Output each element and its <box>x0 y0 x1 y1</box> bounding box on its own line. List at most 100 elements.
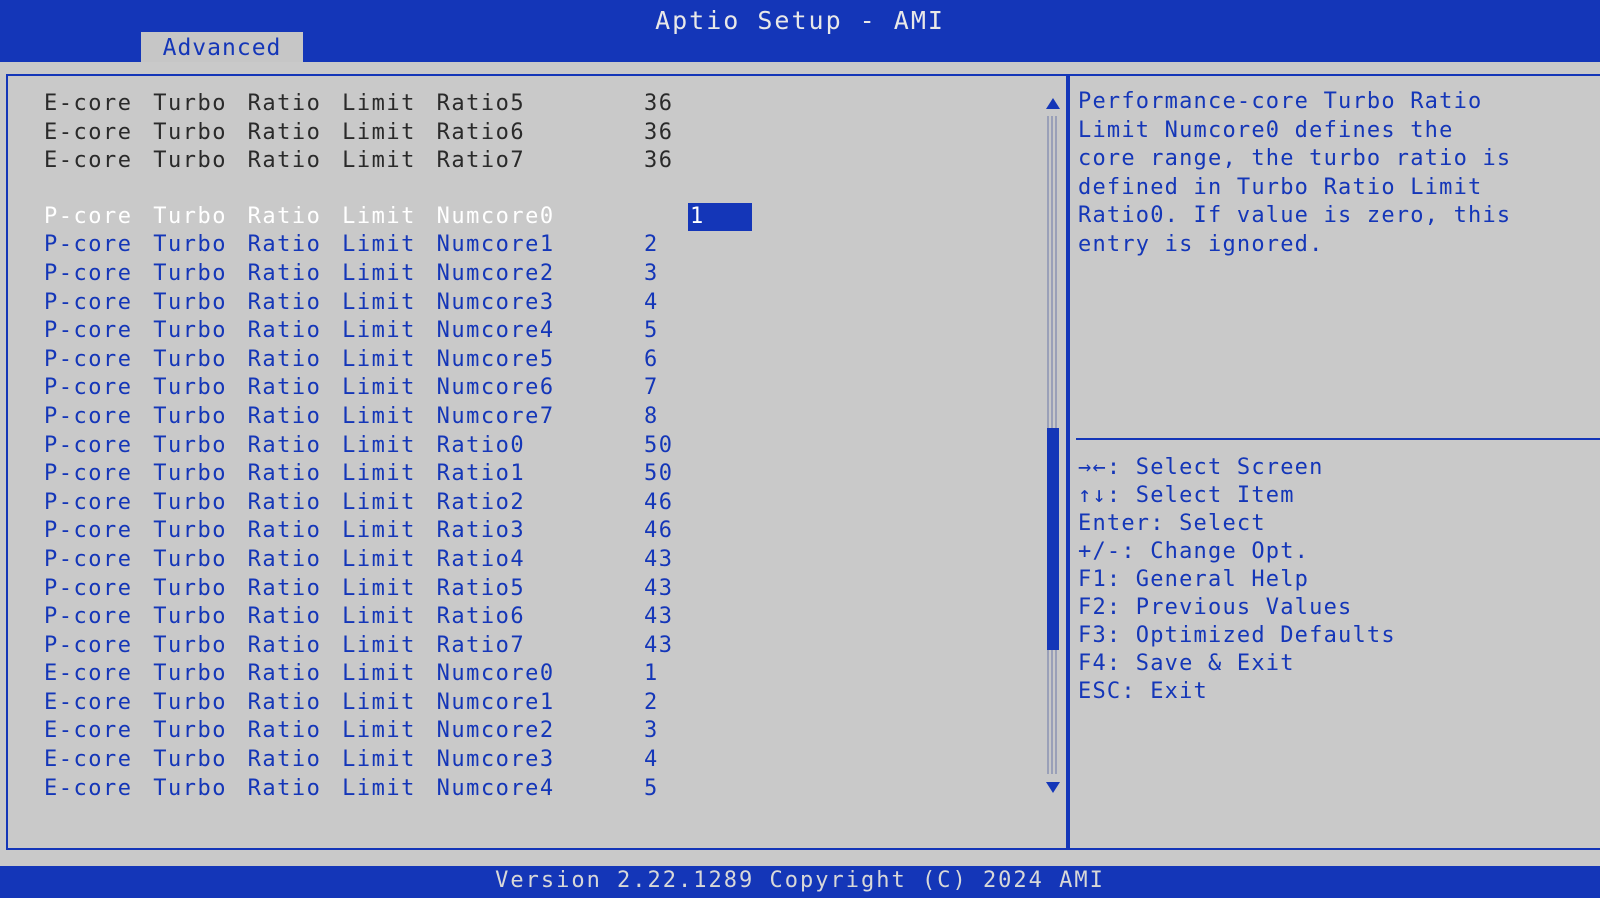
key-hint: +/-: Change Opt. <box>1078 539 1310 564</box>
setting-value-field[interactable]: 46 <box>644 517 674 545</box>
help-divider <box>1076 438 1600 440</box>
setting-label: E-core Turbo Ratio Limit Ratio5 <box>44 91 526 116</box>
setting-label: P-core Turbo Ratio Limit Ratio3 <box>44 518 526 544</box>
setting-row[interactable]: P-core Turbo Ratio Limit Ratio2 46 <box>44 489 744 518</box>
setting-label: P-core Turbo Ratio Limit Ratio1 <box>44 461 526 487</box>
setting-label: P-core Turbo Ratio Limit Ratio0 <box>44 432 526 458</box>
settings-list: E-core Turbo Ratio Limit Ratio5 36 E-core … <box>44 90 752 804</box>
setting-row: E-core Turbo Ratio Limit Ratio6 36 <box>44 119 744 148</box>
setting-row[interactable]: P-core Turbo Ratio Limit Ratio1 50 <box>44 460 744 489</box>
setting-label: P-core Turbo Ratio Limit Numcore3 <box>44 289 555 315</box>
setting-value-field[interactable]: 4 <box>644 746 659 774</box>
setting-value-field[interactable]: 1 <box>688 202 752 231</box>
setting-row[interactable]: E-core Turbo Ratio Limit Numcore0 1 <box>44 660 744 689</box>
help-line: entry is ignored. <box>1078 231 1324 257</box>
help-description: Performance-core Turbo Ratio Limit Numcor… <box>1078 88 1588 260</box>
setting-label: E-core Turbo Ratio Limit Ratio6 <box>44 119 526 145</box>
scroll-thumb[interactable] <box>1047 428 1059 650</box>
tab-advanced[interactable]: Advanced <box>141 32 303 62</box>
setting-row[interactable]: P-core Turbo Ratio Limit Numcore5 6 <box>44 346 744 375</box>
version-copyright: Version 2.22.1289 Copyright (C) 2024 AMI <box>495 868 1105 893</box>
setting-row[interactable]: P-core Turbo Ratio Limit Numcore2 3 <box>44 260 744 289</box>
setting-value-field[interactable]: 43 <box>644 632 674 660</box>
setting-row[interactable]: P-core Turbo Ratio Limit Ratio6 43 <box>44 603 744 632</box>
help-line: core range, the turbo ratio is <box>1078 146 1512 172</box>
setting-label: E-core Turbo Ratio Limit Ratio7 <box>44 148 526 174</box>
setting-row[interactable]: P-core Turbo Ratio Limit Numcore1 2 <box>44 231 744 260</box>
setting-label: E-core Turbo Ratio Limit Numcore1 <box>44 689 555 715</box>
setting-row[interactable]: E-core Turbo Ratio Limit Numcore4 5 <box>44 775 744 804</box>
setting-value-field[interactable]: 50 <box>644 432 674 460</box>
setting-value-field[interactable]: 4 <box>644 289 659 317</box>
setting-row[interactable]: E-core Turbo Ratio Limit Numcore3 4 <box>44 746 744 775</box>
footer-bar: Version 2.22.1289 Copyright (C) 2024 AMI <box>0 866 1600 898</box>
setting-row[interactable]: E-core Turbo Ratio Limit Numcore1 2 <box>44 689 744 718</box>
help-line: defined in Turbo Ratio Limit <box>1078 174 1483 200</box>
key-hint: →←: Select Screen <box>1078 455 1324 480</box>
setting-value: 36 <box>644 91 674 116</box>
setting-label: E-core Turbo Ratio Limit Numcore0 <box>44 661 555 687</box>
setting-row[interactable]: P-core Turbo Ratio Limit Ratio7 43 <box>44 632 744 661</box>
setting-value-field[interactable]: 8 <box>644 403 659 431</box>
key-hint: F3: Optimized Defaults <box>1078 623 1396 648</box>
key-legend: →←: Select Screen ↑↓: Select Item Enter: S… <box>1078 454 1396 706</box>
setting-value-field[interactable]: 5 <box>644 775 659 803</box>
setting-label: P-core Turbo Ratio Limit Ratio6 <box>44 604 526 630</box>
setting-row[interactable]: P-core Turbo Ratio Limit Numcore6 7 <box>44 374 744 403</box>
setting-row[interactable]: P-core Turbo Ratio Limit Ratio3 46 <box>44 517 744 546</box>
setting-value-field[interactable]: 2 <box>644 231 659 259</box>
scrollbar[interactable] <box>1044 98 1062 798</box>
setting-row[interactable]: P-core Turbo Ratio Limit Numcore0 1 <box>44 202 752 232</box>
setting-row[interactable]: P-core Turbo Ratio Limit Ratio4 43 <box>44 546 744 575</box>
setting-row[interactable]: P-core Turbo Ratio Limit Numcore3 4 <box>44 289 744 318</box>
setting-row[interactable]: E-core Turbo Ratio Limit Numcore2 3 <box>44 717 744 746</box>
setting-value: 36 <box>644 148 674 174</box>
setting-value-field[interactable]: 46 <box>644 489 674 517</box>
setting-value-field[interactable]: 43 <box>644 575 674 603</box>
setting-value-field[interactable]: 3 <box>644 717 659 745</box>
key-hint: ↑↓: Select Item <box>1078 483 1295 508</box>
setting-row[interactable]: P-core Turbo Ratio Limit Ratio0 50 <box>44 432 744 461</box>
setting-value-field[interactable]: 5 <box>644 317 659 345</box>
key-hint: F2: Previous Values <box>1078 595 1353 620</box>
key-hint: ESC: Exit <box>1078 679 1209 704</box>
setting-label: P-core Turbo Ratio Limit Ratio4 <box>44 546 526 572</box>
setting-row[interactable]: P-core Turbo Ratio Limit Numcore4 5 <box>44 317 744 346</box>
main-panel: E-core Turbo Ratio Limit Ratio5 36 E-core … <box>0 62 1600 866</box>
setting-value-field[interactable]: 43 <box>644 546 674 574</box>
setting-label: P-core Turbo Ratio Limit Ratio2 <box>44 489 526 515</box>
setting-row: E-core Turbo Ratio Limit Ratio7 36 <box>44 147 744 176</box>
setting-label: P-core Turbo Ratio Limit Numcore0 <box>44 203 555 229</box>
setting-label: E-core Turbo Ratio Limit Numcore4 <box>44 775 555 801</box>
key-hint: Enter: Select <box>1078 511 1266 536</box>
setting-label: P-core Turbo Ratio Limit Numcore6 <box>44 375 555 401</box>
setting-label: E-core Turbo Ratio Limit Numcore2 <box>44 718 555 744</box>
setting-value-field[interactable]: 3 <box>644 260 659 288</box>
scroll-up-arrow-icon[interactable] <box>1046 98 1060 109</box>
key-hint: F4: Save & Exit <box>1078 651 1295 676</box>
scroll-down-arrow-icon[interactable] <box>1046 782 1060 793</box>
key-hint: F1: General Help <box>1078 567 1310 592</box>
help-line: Limit Numcore0 defines the <box>1078 117 1454 143</box>
setting-label: P-core Turbo Ratio Limit Ratio7 <box>44 632 526 658</box>
setting-label: P-core Turbo Ratio Limit Numcore7 <box>44 403 555 429</box>
setting-value-field[interactable]: 43 <box>644 603 674 631</box>
setting-label: P-core Turbo Ratio Limit Numcore5 <box>44 346 555 372</box>
setting-row[interactable]: P-core Turbo Ratio Limit Ratio5 43 <box>44 575 744 604</box>
app-title: Aptio Setup - AMI <box>655 6 945 35</box>
setting-value-field[interactable]: 1 <box>644 660 659 688</box>
title-bar: Aptio Setup - AMI Advanced <box>0 0 1600 62</box>
setting-value-field[interactable]: 6 <box>644 346 659 374</box>
setting-value-field[interactable]: 50 <box>644 460 674 488</box>
help-line: Performance-core Turbo Ratio <box>1078 89 1483 114</box>
setting-label: P-core Turbo Ratio Limit Numcore2 <box>44 260 555 286</box>
help-line: Ratio0. If value is zero, this <box>1078 203 1512 229</box>
setting-value-field[interactable]: 7 <box>644 374 659 402</box>
setting-label: E-core Turbo Ratio Limit Numcore3 <box>44 747 555 773</box>
setting-label: P-core Turbo Ratio Limit Numcore1 <box>44 232 555 258</box>
setting-row[interactable]: P-core Turbo Ratio Limit Numcore7 8 <box>44 403 744 432</box>
setting-row: E-core Turbo Ratio Limit Ratio5 36 <box>44 90 744 119</box>
setting-label: P-core Turbo Ratio Limit Ratio5 <box>44 575 526 601</box>
setting-value: 36 <box>644 119 674 145</box>
setting-value-field[interactable]: 2 <box>644 689 659 717</box>
